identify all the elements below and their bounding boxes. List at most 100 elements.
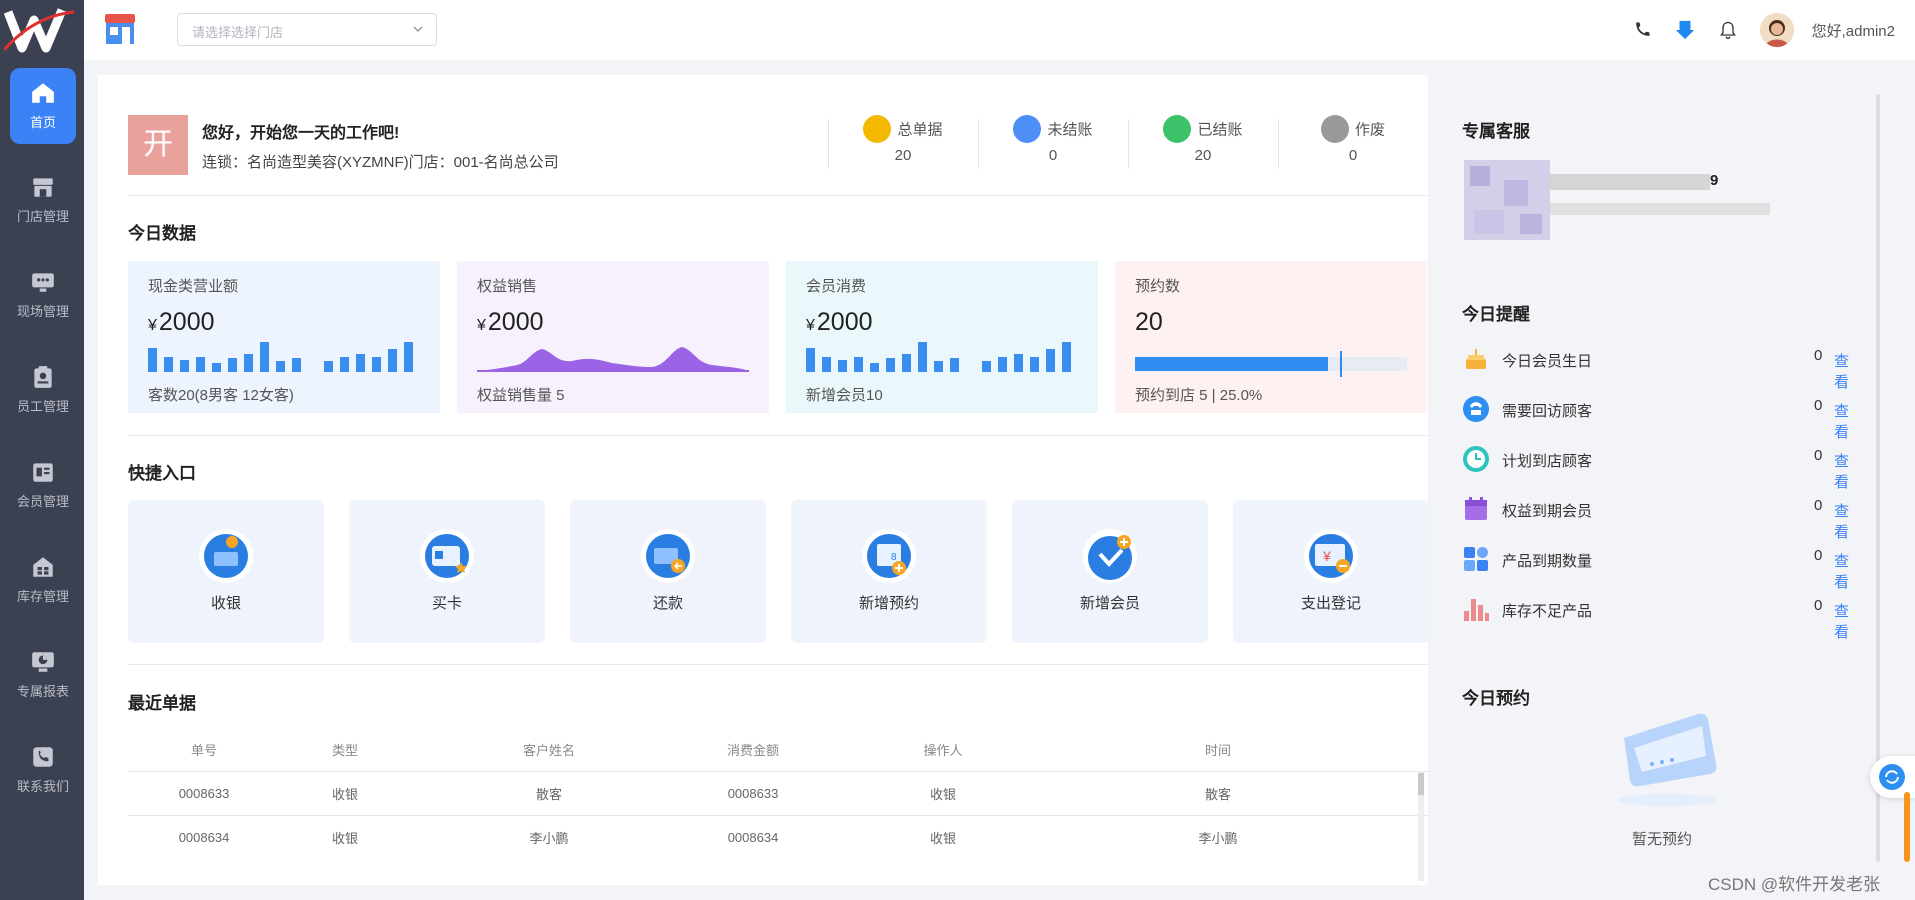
sidebar-item-contact[interactable]: 联系我们 (10, 732, 76, 808)
quick-cashier[interactable]: 收银 (128, 500, 324, 643)
reminder-birthday: 今日会员生日 0 查看 (1462, 345, 1862, 391)
expense-icon: ¥ (1304, 529, 1358, 583)
sidebar-item-home[interactable]: 首页 (10, 68, 76, 144)
quick-new-member[interactable]: 新增会员 (1012, 500, 1208, 643)
view-link[interactable]: 查看 (1834, 550, 1862, 592)
watermark: CSDN @软件开发老张 (1708, 875, 1881, 894)
view-link[interactable]: 查看 (1834, 400, 1862, 442)
bell-icon[interactable] (1718, 20, 1738, 40)
user-greeting[interactable]: 您好,admin2 (1812, 20, 1895, 41)
mini-bar (982, 361, 991, 372)
quick-new-appointment[interactable]: 8 新增预约 (791, 500, 987, 643)
sidebar-item-onsite[interactable]: 现场管理 (10, 257, 76, 333)
booking-title: 今日预约 (1462, 689, 1530, 708)
mini-bar (838, 360, 847, 372)
quick-buy-card[interactable]: 买卡 (349, 500, 545, 643)
shop-icon[interactable] (102, 12, 138, 46)
sidebar-item-member[interactable]: 会员管理 (10, 447, 76, 523)
mini-bar (276, 361, 285, 372)
reminder-low-stock: 库存不足产品 0 查看 (1462, 595, 1862, 641)
empty-state-text: 暂无预约 (1632, 831, 1693, 848)
table-row[interactable]: 0008634 收银 李小鹏 0008634 收银 李小鹏 (128, 815, 1428, 859)
card-appointments[interactable]: 预约数 20 预约到店 5 | 25.0% (1115, 261, 1427, 413)
view-link[interactable]: 查看 (1834, 450, 1862, 492)
phone-book-icon (33, 747, 53, 767)
monitor-icon (32, 273, 54, 292)
download-icon[interactable] (1674, 19, 1696, 41)
service-contact-blurred (1550, 174, 1710, 190)
sidebar-item-report[interactable]: 专属报表 (10, 637, 76, 713)
empty-state-illustration (1617, 713, 1717, 806)
mini-bar (228, 358, 237, 372)
document-icon (863, 115, 892, 143)
sidebar-item-label: 专属报表 (16, 684, 69, 699)
sidebar-item-staff[interactable]: 员工管理 (10, 352, 76, 428)
sidebar: 首页 门店管理 现场管理 员工管理 会员管理 库存管理 专属报表 联系我们 (0, 0, 84, 900)
mini-bar (950, 358, 959, 372)
clipboard-icon (34, 366, 52, 388)
sidebar-item-label: 会员管理 (16, 494, 69, 509)
sidebar-item-label: 门店管理 (16, 209, 69, 224)
mini-bar (918, 342, 927, 372)
reminder-benefit-expire: 权益到期会员 0 查看 (1462, 495, 1862, 541)
quick-expense[interactable]: ¥ 支出登记 (1233, 500, 1429, 643)
mini-bar (902, 354, 911, 372)
service-contact-blurred (1550, 203, 1770, 215)
card-benefit-sales[interactable]: 权益销售 ¥2000 权益销售量 5 (457, 261, 769, 413)
void-icon (1320, 115, 1349, 143)
grid-icon (1464, 547, 1488, 571)
mini-bar (196, 357, 205, 372)
mini-bar (324, 361, 333, 372)
reminder-planned-visit: 计划到店顾客 0 查看 (1462, 445, 1862, 491)
mini-bar (822, 357, 831, 372)
view-link[interactable]: 查看 (1834, 600, 1862, 642)
header-actions: 您好,admin2 (1632, 12, 1895, 48)
page-scrollbar[interactable] (1876, 94, 1880, 862)
member-card-icon (33, 463, 53, 482)
repayment-icon (641, 529, 695, 583)
table-header: 单号 类型 客户姓名 消费金额 操作人 时间 (190, 742, 1231, 758)
sidebar-item-label: 联系我们 (16, 779, 69, 794)
sidebar-item-inventory[interactable]: 库存管理 (10, 542, 76, 618)
mini-bar (388, 349, 397, 372)
welcome-subtitle: 连锁：名尚造型美容(XYZMNF)门店：001-名尚总公司 (202, 154, 559, 171)
card-member-spend[interactable]: 会员消费 ¥2000 新增会员10 (786, 261, 1098, 413)
app-logo[interactable] (4, 6, 76, 54)
stat-settled[interactable]: 已结账 20 (1128, 115, 1278, 171)
quick-repayment[interactable]: 还款 (570, 500, 766, 643)
mini-bar-chart (148, 342, 413, 372)
sidebar-item-label: 现场管理 (16, 304, 69, 319)
reminder-product-expire: 产品到期数量 0 查看 (1462, 545, 1862, 591)
stat-unsettled[interactable]: 未结账 0 (978, 115, 1128, 171)
avatar[interactable] (1759, 13, 1794, 47)
phone-icon[interactable] (1632, 20, 1652, 40)
stat-total-orders[interactable]: 总单据 20 (828, 115, 978, 171)
mini-bar (340, 357, 349, 372)
divider (128, 664, 1428, 665)
cashier-icon (199, 529, 253, 583)
recent-orders-table: 单号 类型 客户姓名 消费金额 操作人 时间 0008633 收银 散客 000… (128, 727, 1428, 877)
stat-void[interactable]: 作废 0 (1278, 115, 1428, 171)
mini-bar (356, 354, 365, 372)
sidebar-item-store[interactable]: 门店管理 (10, 162, 76, 238)
table-scrollbar[interactable] (1418, 771, 1424, 881)
service-title: 专属客服 (1462, 122, 1530, 141)
table-row[interactable]: 0008633 收银 散客 0008633 收银 散客 (128, 771, 1428, 815)
svg-text:¥: ¥ (1322, 548, 1331, 564)
yen-icon (1163, 115, 1192, 143)
stat-value: 0 (1048, 147, 1058, 164)
store-select[interactable]: 请选择选择门店 (177, 13, 437, 46)
appointment-progress (1135, 357, 1407, 371)
mini-bar (1046, 349, 1055, 372)
buy-card-icon (420, 529, 474, 583)
mini-bar (180, 360, 189, 372)
card-cash-revenue[interactable]: 现金类营业额 ¥2000 客数20(8男客 12女客) (128, 261, 440, 413)
chevron-down-icon (413, 26, 423, 33)
mini-bar (934, 361, 943, 372)
store-icon (33, 178, 53, 197)
qr-code (1464, 160, 1550, 240)
calendar-add-icon: 8 (862, 529, 916, 583)
view-link[interactable]: 查看 (1834, 500, 1862, 542)
mini-bar (886, 358, 895, 372)
view-link[interactable]: 查看 (1834, 350, 1862, 392)
